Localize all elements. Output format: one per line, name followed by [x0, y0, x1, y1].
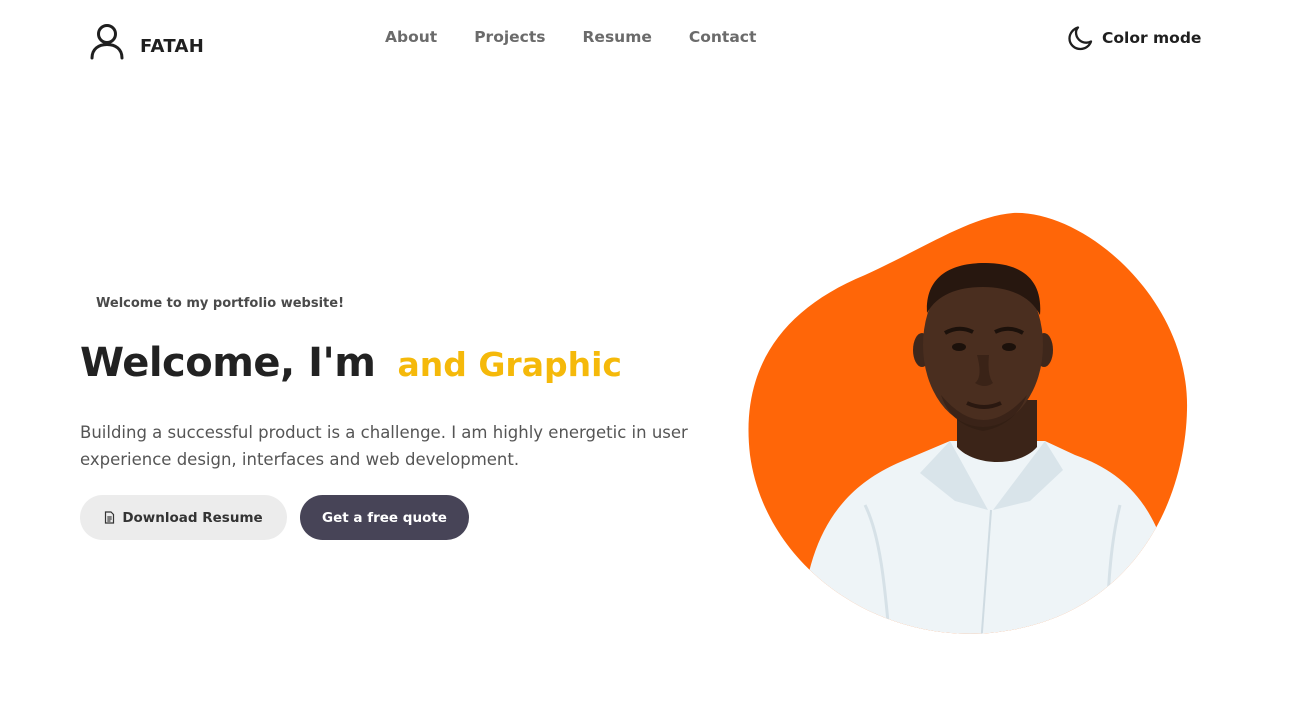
user-icon — [88, 22, 126, 60]
download-resume-label: Download Resume — [122, 509, 263, 526]
nav-link-resume[interactable]: Resume — [583, 28, 652, 46]
color-mode-label: Color mode — [1102, 29, 1202, 47]
headline-main-text: Welcome, I'm — [80, 340, 376, 386]
hero-description: Building a successful product is a chall… — [80, 423, 688, 469]
hero-greeting: Welcome to my portfolio website! — [96, 296, 344, 311]
document-icon — [104, 511, 115, 524]
profile-portrait — [745, 205, 1195, 645]
get-quote-label: Get a free quote — [322, 509, 447, 526]
brand-logo-link[interactable]: FATAH — [88, 22, 204, 60]
headline-typed-text: and Graphic — [397, 345, 622, 384]
download-resume-button[interactable]: Download Resume — [80, 495, 287, 540]
color-mode-toggle[interactable]: Color mode — [1066, 24, 1201, 52]
hero-headline: Welcome, I'm and Graphic — [80, 340, 622, 386]
brand-name: FATAH — [140, 35, 205, 57]
nav-link-projects[interactable]: Projects — [474, 28, 545, 46]
get-quote-button[interactable]: Get a free quote — [300, 495, 469, 540]
nav-link-contact[interactable]: Contact — [689, 28, 757, 46]
moon-icon — [1066, 24, 1094, 52]
main-nav: About Projects Resume Contact — [385, 28, 756, 46]
nav-link-about[interactable]: About — [385, 28, 437, 46]
portfolio-page: FATAH About Projects Resume Contact Colo… — [0, 0, 1306, 724]
